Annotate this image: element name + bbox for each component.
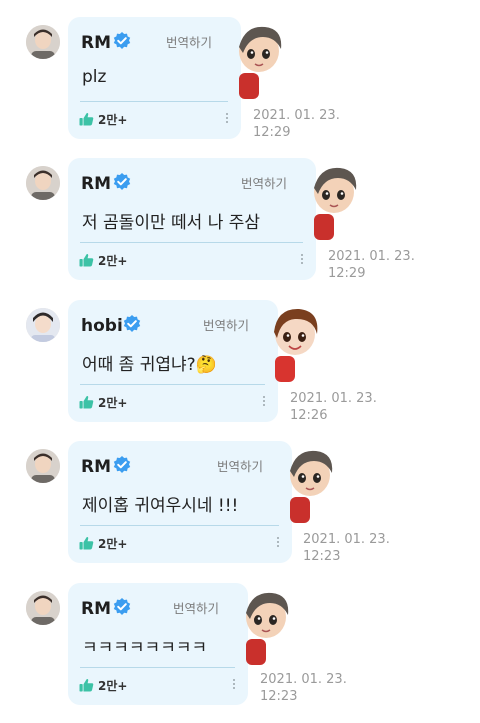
divider <box>80 525 279 526</box>
rj-character-peek-icon <box>288 447 338 525</box>
author-name[interactable]: RM <box>81 599 111 619</box>
like-button[interactable]: 2만+ <box>79 534 127 552</box>
translate-button[interactable]: 번역하기 <box>241 173 287 192</box>
timestamp: 2021. 01. 23. 12:29 <box>328 249 415 281</box>
translate-button[interactable]: 번역하기 <box>217 456 263 475</box>
avatar[interactable] <box>26 166 60 200</box>
verified-badge-icon <box>123 315 141 332</box>
comment-item: RM 번역하기 저 곰돌이만 떼서 나 주삼 2만+ 2021. 01. 23.… <box>0 158 480 298</box>
comment-text: plz <box>82 67 107 87</box>
more-options-icon[interactable] <box>261 394 267 410</box>
comment-item: hobi 번역하기 어때 좀 귀엽냐?🤔 2만+ 2021. 01. 23. 1… <box>0 300 480 440</box>
like-button[interactable]: 2만+ <box>79 251 127 269</box>
verified-badge-icon <box>113 598 131 615</box>
comment-bubble: RM 번역하기 저 곰돌이만 떼서 나 주삼 2만+ <box>68 158 316 280</box>
divider <box>80 667 235 668</box>
like-count: 2만+ <box>98 678 128 693</box>
thumbs-up-icon <box>79 679 94 692</box>
author-name[interactable]: RM <box>81 457 111 477</box>
translate-button[interactable]: 번역하기 <box>166 32 212 51</box>
more-options-icon[interactable] <box>299 252 305 268</box>
avatar[interactable] <box>26 591 60 625</box>
avatar[interactable] <box>26 25 60 59</box>
author-name[interactable]: RM <box>81 174 111 194</box>
more-options-icon[interactable] <box>224 111 230 127</box>
timestamp: 2021. 01. 23. 12:26 <box>290 391 377 423</box>
verified-badge-icon <box>113 173 131 190</box>
author-name[interactable]: hobi <box>81 316 123 336</box>
thumbs-up-icon <box>79 396 94 409</box>
timestamp: 2021. 01. 23. 12:29 <box>253 108 340 140</box>
like-button[interactable]: 2만+ <box>79 393 127 411</box>
like-count: 2만+ <box>98 112 128 127</box>
like-count: 2만+ <box>98 395 128 410</box>
comment-text: 어때 좀 귀엽냐?🤔 <box>82 355 217 375</box>
comment-item: RM 번역하기 제이홉 귀여우시네 !!! 2만+ 2021. 01. 23. … <box>0 441 480 581</box>
divider <box>80 384 265 385</box>
translate-button[interactable]: 번역하기 <box>203 315 249 334</box>
comment-item: RM 번역하기 ㅋㅋㅋㅋㅋㅋㅋㅋ 2만+ 2021. 01. 23. 12:23 <box>0 583 480 723</box>
comment-feed: RM 번역하기 plz 2만+ 2021. 01. 23. 12:29 RM 번… <box>0 0 480 723</box>
comment-text: ㅋㅋㅋㅋㅋㅋㅋㅋ <box>82 638 208 658</box>
avatar[interactable] <box>26 449 60 483</box>
thumbs-up-icon <box>79 537 94 550</box>
author-name[interactable]: RM <box>81 33 111 53</box>
rj-character-peek-icon <box>237 23 287 101</box>
comment-text: 저 곰돌이만 떼서 나 주삼 <box>82 213 261 233</box>
verified-badge-icon <box>113 32 131 49</box>
comment-text: 제이홉 귀여우시네 !!! <box>82 496 239 516</box>
timestamp: 2021. 01. 23. 12:23 <box>303 532 390 564</box>
thumbs-up-icon <box>79 254 94 267</box>
rj-character-peek-icon <box>244 589 294 667</box>
avatar[interactable] <box>26 308 60 342</box>
comment-bubble: RM 번역하기 ㅋㅋㅋㅋㅋㅋㅋㅋ 2만+ <box>68 583 248 705</box>
more-options-icon[interactable] <box>231 677 237 693</box>
like-button[interactable]: 2만+ <box>79 110 127 128</box>
comment-bubble: RM 번역하기 제이홉 귀여우시네 !!! 2만+ <box>68 441 292 563</box>
like-count: 2만+ <box>98 253 128 268</box>
like-button[interactable]: 2만+ <box>79 676 127 694</box>
comment-bubble: hobi 번역하기 어때 좀 귀엽냐?🤔 2만+ <box>68 300 278 422</box>
hobi-character-peek-icon <box>273 306 323 384</box>
thumbs-up-icon <box>79 113 94 126</box>
more-options-icon[interactable] <box>275 535 281 551</box>
like-count: 2만+ <box>98 536 128 551</box>
divider <box>80 101 228 102</box>
divider <box>80 242 303 243</box>
verified-badge-icon <box>113 456 131 473</box>
timestamp: 2021. 01. 23. 12:23 <box>260 672 347 704</box>
comment-item: RM 번역하기 plz 2만+ 2021. 01. 23. 12:29 <box>0 17 480 157</box>
translate-button[interactable]: 번역하기 <box>173 598 219 617</box>
rj-character-peek-icon <box>312 164 362 242</box>
comment-bubble: RM 번역하기 plz 2만+ <box>68 17 241 139</box>
